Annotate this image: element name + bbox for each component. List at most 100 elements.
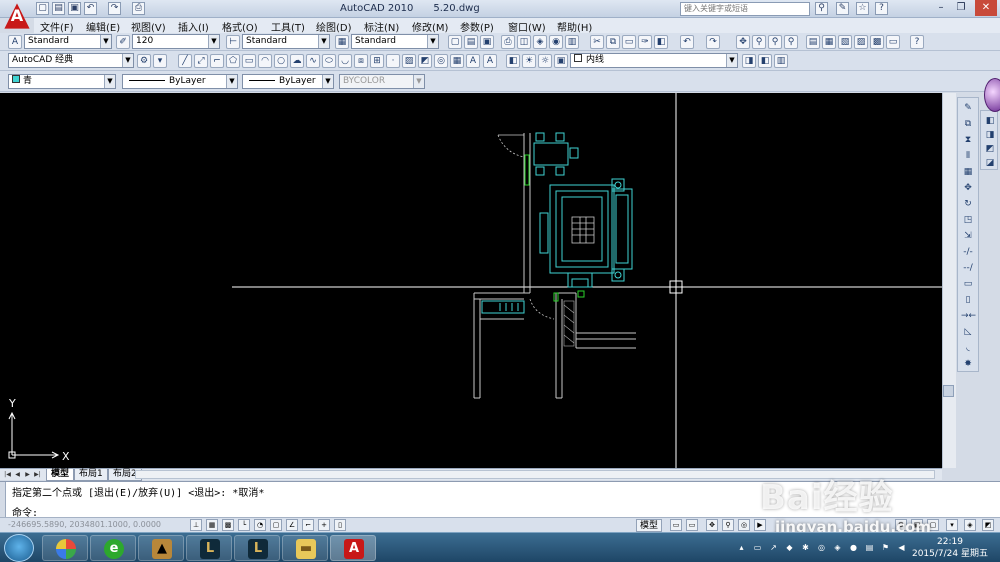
menu-edit[interactable]: 编辑(E): [86, 19, 120, 34]
plot-preview-icon[interactable]: ◫: [517, 35, 531, 49]
help-search-input[interactable]: 键入关键字或短语: [680, 2, 810, 16]
cursor-coordinates[interactable]: -246695.5890, 2034801.1000, 0.0000: [8, 520, 161, 529]
tray-shield-icon[interactable]: ◆: [784, 542, 795, 553]
zoom-realtime-icon[interactable]: ⚲: [752, 35, 766, 49]
polyline-icon[interactable]: ⌐: [210, 54, 224, 68]
object-snap-tracking-icon[interactable]: ∠: [286, 519, 298, 531]
redo-icon[interactable]: ↷: [108, 2, 121, 15]
quick-view-layouts-icon[interactable]: ▭: [670, 519, 682, 531]
design-center-icon[interactable]: ▦: [822, 35, 836, 49]
revision-cloud-icon[interactable]: ☁: [290, 54, 304, 68]
text-icon[interactable]: A: [483, 54, 497, 68]
table-icon[interactable]: ▦: [450, 54, 464, 68]
binoculars-icon[interactable]: ⚲: [815, 2, 828, 15]
tool-palettes-icon[interactable]: ▧: [838, 35, 852, 49]
layer-freeze-icon[interactable]: ☼: [538, 54, 552, 68]
menu-help[interactable]: 帮助(H): [557, 19, 592, 34]
dynamic-input-icon[interactable]: +: [318, 519, 330, 531]
join-icon[interactable]: →←: [961, 310, 976, 323]
multiline-text-icon[interactable]: A: [466, 54, 480, 68]
tray-monitor-icon[interactable]: ▭: [752, 542, 763, 553]
quickcalc-icon[interactable]: ▭: [886, 35, 900, 49]
point-icon[interactable]: ·: [386, 54, 400, 68]
menu-parametric[interactable]: 参数(P): [460, 19, 494, 34]
drawing-canvas[interactable]: Y X: [0, 93, 942, 468]
isolate-objects-icon[interactable]: ◩: [982, 519, 994, 531]
print-icon[interactable]: ⎙: [132, 2, 145, 15]
vertical-scroll-thumb[interactable]: [943, 385, 954, 397]
zoom-previous-icon[interactable]: ⚲: [784, 35, 798, 49]
grid-display-icon[interactable]: ▩: [222, 519, 234, 531]
block-editor-icon[interactable]: ◧: [654, 35, 668, 49]
layer-previous-icon[interactable]: ◧: [758, 54, 772, 68]
tray-bug-icon[interactable]: ✱: [800, 542, 811, 553]
workspace-select[interactable]: AutoCAD 经典 ▼: [8, 53, 134, 68]
prev-tab-icon[interactable]: ◀: [13, 470, 22, 479]
arc-icon[interactable]: ◠: [258, 54, 272, 68]
break-icon[interactable]: ▯: [961, 294, 975, 307]
scale-icon[interactable]: ◳: [961, 214, 975, 227]
ellipse-arc-icon[interactable]: ◡: [338, 54, 352, 68]
plot-icon[interactable]: ⎙: [501, 35, 515, 49]
infer-constraints-icon[interactable]: ⊥: [190, 519, 202, 531]
showmotion-icon[interactable]: ▶: [754, 519, 766, 531]
model-space-button[interactable]: 模型: [636, 519, 663, 532]
menu-view[interactable]: 视图(V): [131, 19, 166, 34]
make-current-layer-icon[interactable]: ◨: [742, 54, 756, 68]
menu-draw[interactable]: 绘图(D): [316, 19, 352, 34]
layer-states-icon[interactable]: ▥: [774, 54, 788, 68]
publish-icon[interactable]: ◈: [533, 35, 547, 49]
spline-icon[interactable]: ∿: [306, 54, 320, 68]
taskbar-game-icon[interactable]: ▲: [138, 535, 184, 561]
taskbar-lol-icon[interactable]: L: [186, 535, 232, 561]
move-icon[interactable]: ✥: [961, 182, 975, 195]
menu-format[interactable]: 格式(O): [222, 19, 258, 34]
tray-arrow-icon[interactable]: ↗: [768, 542, 779, 553]
copy-object-icon[interactable]: ⧉: [961, 118, 975, 131]
cut-icon[interactable]: ✂: [590, 35, 604, 49]
vertical-scrollbar[interactable]: [942, 93, 956, 468]
chamfer-icon[interactable]: ◺: [961, 326, 975, 339]
tray-penguin-icon[interactable]: ●: [848, 542, 859, 553]
menu-file[interactable]: 文件(F): [40, 19, 74, 34]
quick-properties-icon[interactable]: ▯: [334, 519, 346, 531]
array-icon[interactable]: ▦: [961, 166, 975, 179]
menu-dimension[interactable]: 标注(N): [364, 19, 399, 34]
open-icon[interactable]: ▤: [464, 35, 478, 49]
app-orb-icon[interactable]: [984, 78, 1000, 112]
offset-icon[interactable]: ⫴: [961, 150, 975, 163]
dim-scale-select[interactable]: 120 ▼: [132, 34, 220, 49]
sheet-set-manager-icon[interactable]: ▨: [854, 35, 868, 49]
bring-to-front-icon[interactable]: ◧: [983, 115, 997, 128]
markup-set-icon[interactable]: ▩: [870, 35, 884, 49]
command-grip[interactable]: [0, 482, 6, 518]
workspace-settings-icon[interactable]: ⚙: [137, 54, 151, 68]
tray-volume-icon[interactable]: ◀: [896, 542, 907, 553]
ellipse-icon[interactable]: ⬭: [322, 54, 336, 68]
new-icon[interactable]: ▢: [448, 35, 462, 49]
polar-tracking-icon[interactable]: ◔: [254, 519, 266, 531]
text-style-icon[interactable]: A: [8, 35, 22, 49]
close-icon[interactable]: ✕: [975, 0, 997, 16]
open-file-icon[interactable]: ▤: [52, 2, 65, 15]
taskbar-app-color-icon[interactable]: [42, 535, 88, 561]
first-tab-icon[interactable]: |◀: [3, 470, 12, 479]
snap-mode-icon[interactable]: ▦: [206, 519, 218, 531]
undo-icon[interactable]: ↶: [84, 2, 97, 15]
layer-select[interactable]: 内线 ▼: [570, 53, 738, 68]
last-tab-icon[interactable]: ▶|: [33, 470, 42, 479]
color-select[interactable]: 青 ▼: [8, 74, 116, 89]
table-style-icon[interactable]: ▦: [335, 35, 349, 49]
tray-app-icon[interactable]: ◈: [832, 542, 843, 553]
status-menu-icon[interactable]: ▾: [946, 519, 958, 531]
construction-line-icon[interactable]: ⤢: [194, 54, 208, 68]
next-tab-icon[interactable]: ▶: [23, 470, 32, 479]
tray-flag-icon[interactable]: ⚑: [880, 542, 891, 553]
save-icon[interactable]: ▣: [480, 35, 494, 49]
send-to-back-icon[interactable]: ◨: [983, 129, 997, 142]
steering-wheel-icon[interactable]: ◎: [738, 519, 750, 531]
rectangle-icon[interactable]: ▭: [242, 54, 256, 68]
pan-status-icon[interactable]: ✥: [706, 519, 718, 531]
polygon-icon[interactable]: ⬠: [226, 54, 240, 68]
region-icon[interactable]: ◎: [434, 54, 448, 68]
